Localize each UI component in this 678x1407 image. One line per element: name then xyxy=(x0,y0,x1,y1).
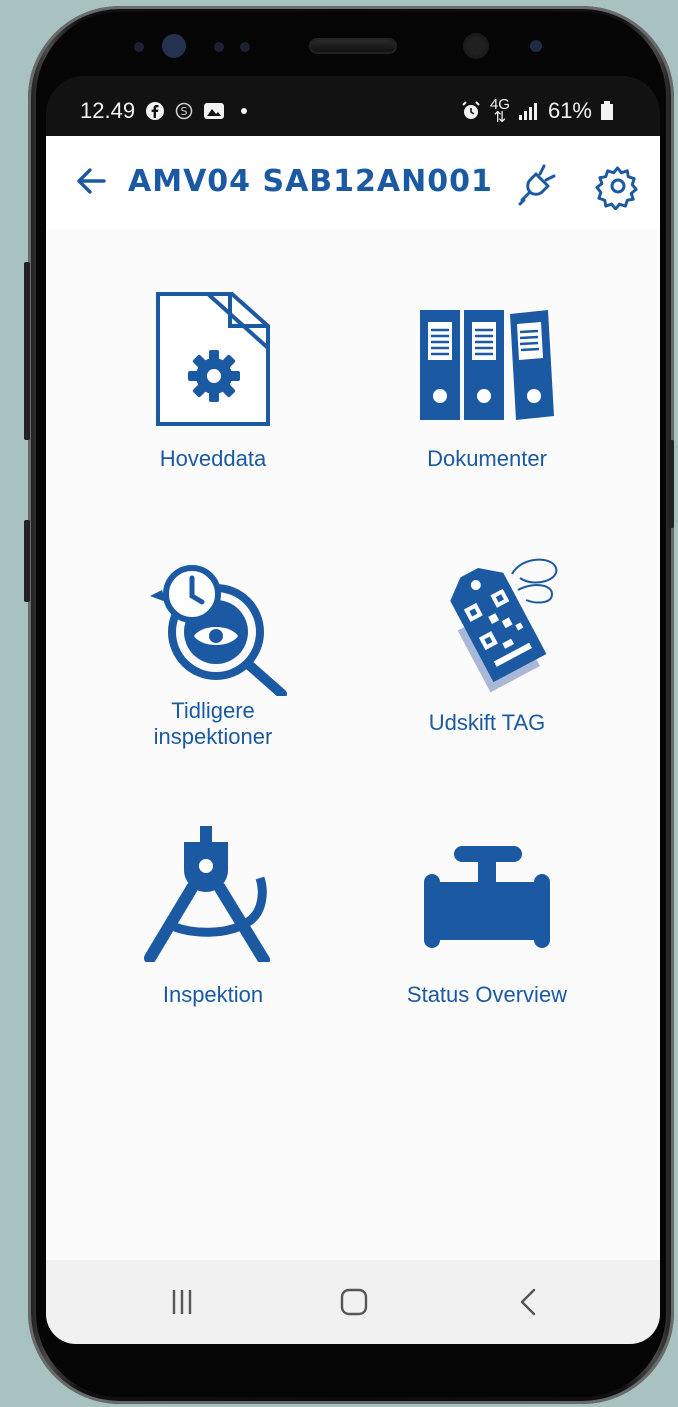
tile-label: Status Overview xyxy=(406,982,568,1007)
front-sensor xyxy=(240,42,250,52)
tile-udskift-tag[interactable]: Udskift TAG xyxy=(362,550,612,780)
recent-apps-icon[interactable] xyxy=(152,1280,212,1324)
phone-side-button xyxy=(668,440,674,528)
qr-tag-icon xyxy=(450,558,558,693)
app-bar: AMV04 SAB12AN001 xyxy=(46,136,660,230)
gallery-icon xyxy=(204,103,225,119)
valve-icon xyxy=(424,846,550,948)
tile-inspektion[interactable]: Inspektion xyxy=(88,826,338,1056)
network-indicator: 4G ⇅ xyxy=(490,97,510,126)
status-bar: 12.49 S 4G ⇅ 61% xyxy=(46,76,660,136)
tile-label: Dokumenter xyxy=(427,446,547,471)
battery-percent: 61% xyxy=(547,98,592,123)
notification-dot xyxy=(241,108,248,114)
page-title: AMV04 SAB12AN001 xyxy=(128,164,493,199)
tile-label: Hoveddata xyxy=(159,446,267,471)
phone-side-button xyxy=(24,262,30,440)
signal-icon xyxy=(518,103,537,120)
tile-tidligere-inspektioner[interactable]: Tidligere inspektioner xyxy=(88,550,338,780)
svg-text:S: S xyxy=(181,105,188,118)
tile-hoveddata[interactable]: Hoveddata xyxy=(88,290,338,490)
s-app-icon: S xyxy=(175,102,193,120)
tile-label: Tidligere inspektioner xyxy=(88,698,338,750)
clock: 12.49 xyxy=(80,98,136,123)
front-camera xyxy=(466,36,486,56)
compass-icon xyxy=(144,826,270,962)
tile-label-line1: Tidligere xyxy=(171,698,255,723)
history-magnifier-icon xyxy=(150,565,287,696)
binders-icon xyxy=(420,310,554,420)
tile-label-line2: inspektioner xyxy=(153,724,273,749)
arrow-left-icon[interactable] xyxy=(74,164,108,198)
tile-label: Inspektion xyxy=(162,982,264,1007)
tile-dokumenter[interactable]: Dokumenter xyxy=(362,290,612,490)
front-sensor xyxy=(162,34,186,58)
plug-icon[interactable] xyxy=(514,160,562,208)
front-sensor xyxy=(214,42,224,52)
home-icon[interactable] xyxy=(324,1280,384,1324)
alarm-icon xyxy=(462,101,480,119)
data-arrows-icon: ⇅ xyxy=(493,109,507,126)
document-gear-icon xyxy=(156,292,270,426)
phone-side-button xyxy=(24,520,30,602)
earpiece-speaker xyxy=(311,40,395,52)
system-nav-bar xyxy=(46,1260,660,1344)
facebook-icon xyxy=(146,102,165,120)
menu-grid: Hoveddata Dokumenter Tidligere inspektio… xyxy=(46,230,660,1260)
battery-icon xyxy=(601,101,613,120)
phone-screen: 12.49 S 4G ⇅ 61% AMV04 SAB12AN001 Hovedd… xyxy=(46,76,660,1344)
tile-status-overview[interactable]: Status Overview xyxy=(362,826,612,1056)
front-sensor xyxy=(134,42,144,52)
front-sensor xyxy=(530,40,542,52)
back-chevron-icon[interactable] xyxy=(498,1280,558,1324)
gear-icon[interactable] xyxy=(594,162,642,210)
tile-label: Udskift TAG xyxy=(428,710,546,735)
